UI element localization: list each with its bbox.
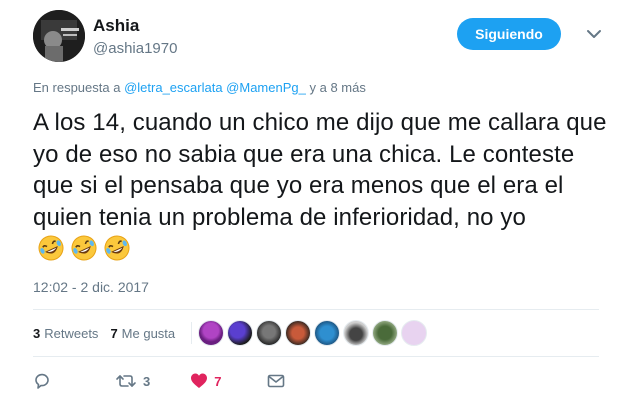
author-avatar[interactable] <box>33 10 85 62</box>
reply-suffix[interactable]: y a 8 más <box>309 80 365 95</box>
liker-avatar[interactable] <box>256 320 283 346</box>
liker-avatar[interactable] <box>372 320 399 346</box>
author-name[interactable]: Ashia <box>93 16 139 36</box>
following-button[interactable]: Siguiendo <box>457 18 561 50</box>
stats-separator <box>191 322 193 344</box>
heart-icon <box>191 373 208 388</box>
likes-count: 7 <box>110 325 118 341</box>
retweet-count: 3 <box>143 373 151 389</box>
tweet-timestamp[interactable]: 12:02 - 2 dic. 2017 <box>33 279 149 295</box>
mention-link[interactable]: @letra_escarlata <box>124 80 222 95</box>
tweet-actions: 3 7 <box>33 368 285 394</box>
tweet-body: A los 14, cuando un chico me dijo que me… <box>33 107 613 271</box>
rolling-laughing-emoji-icon <box>38 235 64 261</box>
rolling-laughing-emoji-icon <box>71 235 97 261</box>
mention-link[interactable]: @MamenPg_ <box>226 80 306 95</box>
tweet-text: A los 14, cuando un chico me dijo que me… <box>33 109 607 231</box>
reply-button[interactable] <box>33 372 53 390</box>
like-button[interactable]: 7 <box>190 372 221 390</box>
retweets-label: Retweets <box>44 325 99 341</box>
tweet-stats: 3 Retweets 7 Me gusta <box>33 317 430 349</box>
likes-stat[interactable]: 7 Me gusta <box>110 326 175 341</box>
direct-message-button[interactable] <box>267 372 285 390</box>
liker-avatar[interactable] <box>401 320 428 346</box>
divider <box>33 309 599 310</box>
chevron-down-icon[interactable] <box>584 24 604 44</box>
reply-context: En respuesta a @letra_escarlata @MamenPg… <box>33 80 366 95</box>
rolling-laughing-emoji-icon <box>104 235 130 261</box>
divider <box>33 356 599 357</box>
liker-avatar[interactable] <box>314 320 341 346</box>
author-handle[interactable]: @ashia1970 <box>93 40 177 57</box>
likes-label: Me gusta <box>121 325 176 341</box>
reply-prefix: En respuesta a <box>33 80 121 95</box>
liker-avatar[interactable] <box>227 320 254 346</box>
liker-avatar[interactable] <box>285 320 312 346</box>
retweet-button[interactable]: 3 <box>115 372 150 390</box>
envelope-icon <box>268 374 285 388</box>
liker-avatar[interactable] <box>343 320 370 346</box>
retweets-count: 3 <box>33 325 41 341</box>
emoji-group <box>37 234 130 271</box>
liker-avatars <box>198 320 430 346</box>
liker-avatar[interactable] <box>198 320 225 346</box>
reply-icon <box>35 373 49 389</box>
retweets-stat[interactable]: 3 Retweets <box>33 326 98 341</box>
tweet-header: Ashia @ashia1970 Siguiendo <box>33 10 623 62</box>
like-count: 7 <box>214 373 222 389</box>
retweet-icon <box>116 375 136 387</box>
